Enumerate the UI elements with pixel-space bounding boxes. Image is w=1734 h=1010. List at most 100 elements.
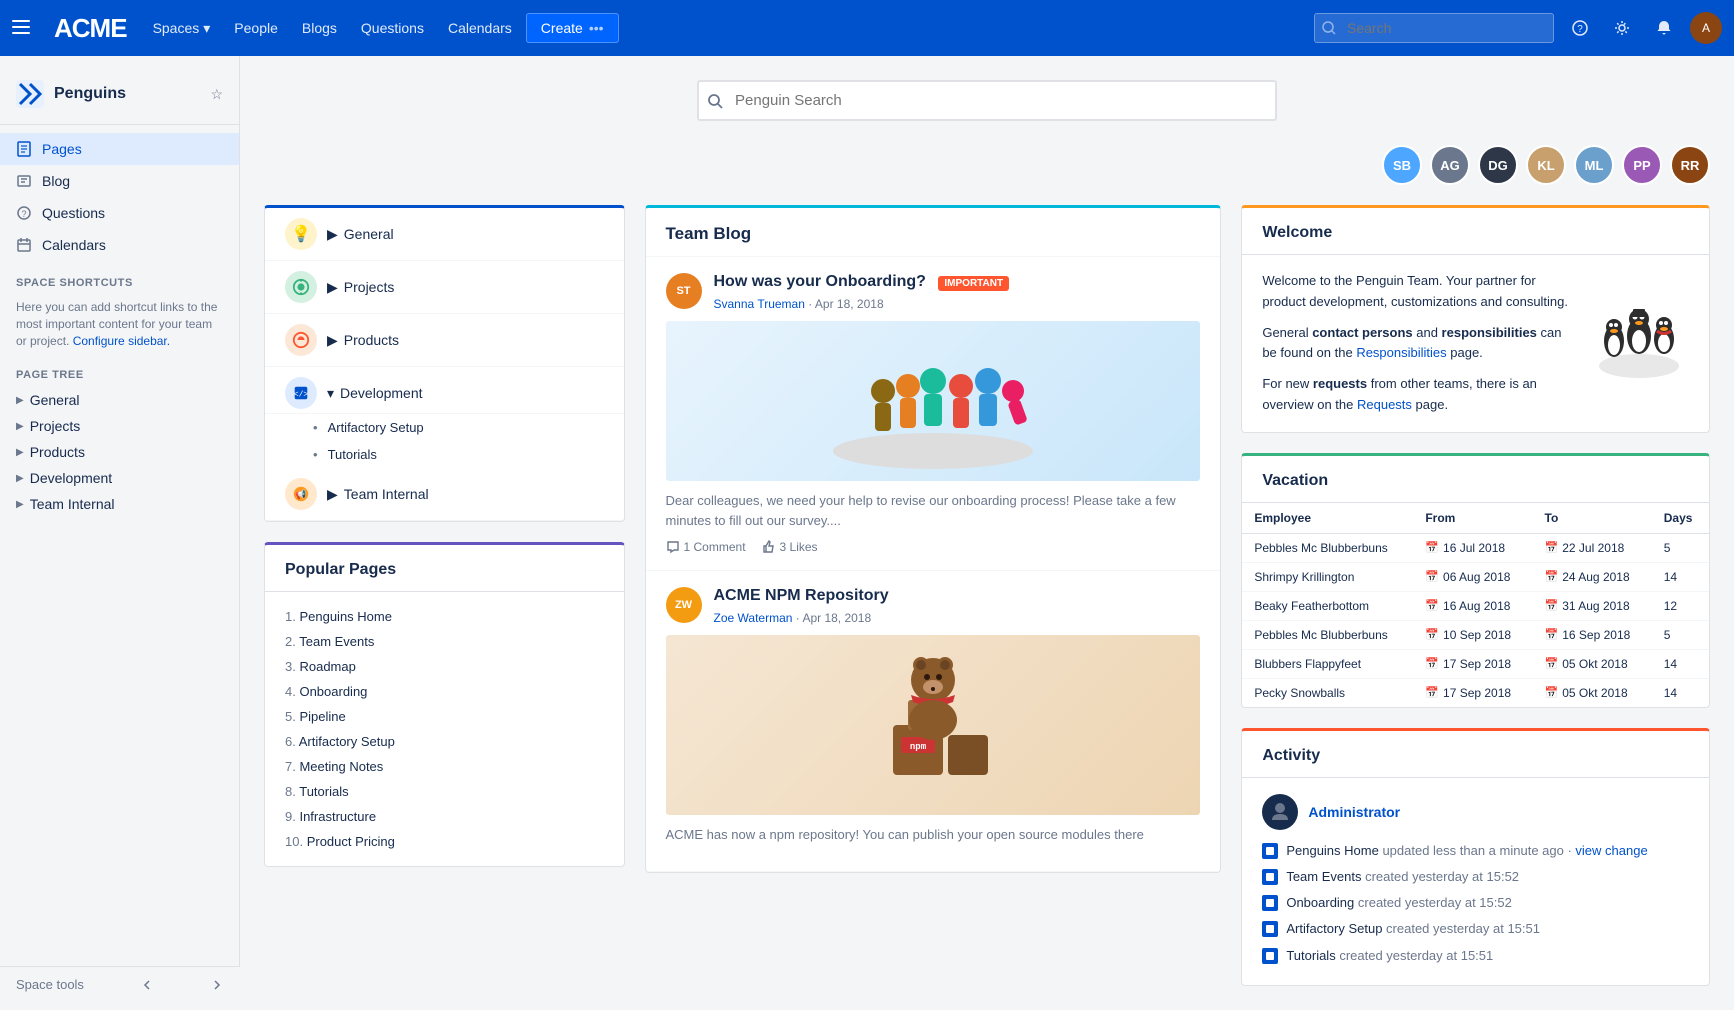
tree-item-projects[interactable]: ▶ Projects xyxy=(0,413,239,439)
hamburger-icon[interactable] xyxy=(12,20,30,37)
nav-spaces[interactable]: Spaces ▾ xyxy=(143,14,221,43)
app-logo[interactable]: ACME xyxy=(54,13,127,44)
tree-general[interactable]: 💡 ▶ General xyxy=(265,208,624,261)
avatar-5[interactable]: ML xyxy=(1574,145,1614,185)
list-item[interactable]: Artifactory Setup xyxy=(285,729,604,754)
list-item[interactable]: Tutorials xyxy=(285,779,604,804)
settings-icon[interactable] xyxy=(1606,12,1638,44)
tree-development[interactable]: </> ▾ Development xyxy=(265,367,624,414)
help-icon[interactable]: ? xyxy=(1564,12,1596,44)
page-search-input[interactable] xyxy=(697,80,1277,121)
list-item[interactable]: Meeting Notes xyxy=(285,754,604,779)
list-item[interactable]: Onboarding xyxy=(285,679,604,704)
sidebar-item-blog[interactable]: Blog xyxy=(0,165,239,197)
middle-column: Team Blog ST How was your Onboarding? im… xyxy=(645,205,1222,986)
topnav-right: ? A xyxy=(1314,12,1722,44)
tree-artifactory-setup[interactable]: Artifactory Setup xyxy=(265,414,624,441)
nav-calendars[interactable]: Calendars xyxy=(438,14,522,42)
chevron-icon: ▶ xyxy=(16,421,24,432)
blog-author-link[interactable]: Svanna Trueman xyxy=(714,297,805,311)
tree-team-internal[interactable]: 📢 ▶ Team Internal xyxy=(265,468,624,521)
sidebar-item-pages[interactable]: Pages xyxy=(0,133,239,165)
activity-item-2: Team Events created yesterday at 15:52 xyxy=(1262,864,1689,890)
list-item[interactable]: Pipeline xyxy=(285,704,604,729)
responsibilities-link[interactable]: Responsibilities xyxy=(1356,345,1446,360)
page-tree-card: 💡 ▶ General ▶ Projects xyxy=(264,205,625,522)
tree-item-products[interactable]: ▶ Products xyxy=(0,439,239,465)
tree-item-team-internal[interactable]: ▶ Team Internal xyxy=(0,491,239,517)
activity-page-4[interactable]: Artifactory Setup xyxy=(1286,921,1382,936)
chevron-icon: ▶ xyxy=(16,499,24,510)
sidebar-questions-label: Questions xyxy=(42,205,105,221)
nav-people[interactable]: People xyxy=(224,14,288,42)
requests-link[interactable]: Requests xyxy=(1357,397,1412,412)
activity-card: Activity Administrator xyxy=(1241,728,1710,986)
chevron-icon: ▶ xyxy=(16,473,24,484)
activity-username[interactable]: Administrator xyxy=(1308,804,1400,820)
col-from: From xyxy=(1413,503,1532,534)
like-count[interactable]: 3 Likes xyxy=(762,540,818,554)
blog-post-1-image xyxy=(666,321,1201,481)
list-item[interactable]: Team Events xyxy=(285,629,604,654)
user-avatar[interactable]: A xyxy=(1690,12,1722,44)
col-to: To xyxy=(1533,503,1652,534)
chevron-icon: ▶ xyxy=(327,332,338,349)
space-tools-button[interactable]: Space tools xyxy=(0,966,240,1002)
avatar-3[interactable]: DG xyxy=(1478,145,1518,185)
team-blog-title: Team Blog xyxy=(646,208,1221,257)
avatar-1[interactable]: SB xyxy=(1382,145,1422,185)
favorite-icon[interactable]: ☆ xyxy=(210,86,223,103)
list-item[interactable]: Product Pricing xyxy=(285,829,604,854)
sidebar-item-questions[interactable]: ? Questions xyxy=(0,197,239,229)
sidebar-pages-label: Pages xyxy=(42,141,82,157)
tree-projects[interactable]: ▶ Projects xyxy=(265,261,624,314)
activity-item-1: Penguins Home updated less than a minute… xyxy=(1262,838,1689,864)
activity-title: Activity xyxy=(1242,731,1709,778)
blog-author-2-link[interactable]: Zoe Waterman xyxy=(714,611,793,625)
configure-sidebar-link[interactable]: Configure sidebar. xyxy=(73,334,170,348)
vacation-table: Employee From To Days Pebbles Mc Blubber… xyxy=(1242,503,1709,707)
svg-text:?: ? xyxy=(21,209,26,219)
col-employee: Employee xyxy=(1242,503,1413,534)
tree-products[interactable]: ▶ Products xyxy=(265,314,624,367)
tree-tutorials[interactable]: Tutorials xyxy=(265,441,624,468)
comment-count[interactable]: 1 Comment xyxy=(666,540,746,554)
nav-blogs[interactable]: Blogs xyxy=(292,14,347,42)
avatar-4[interactable]: KL xyxy=(1526,145,1566,185)
activity-user-row: Administrator xyxy=(1262,794,1689,830)
avatar-2[interactable]: AG xyxy=(1430,145,1470,185)
activity-page-1[interactable]: Penguins Home xyxy=(1286,843,1379,858)
left-column: 💡 ▶ General ▶ Projects xyxy=(264,205,625,986)
activity-page-5[interactable]: Tutorials xyxy=(1286,948,1335,963)
svg-text:</>: </> xyxy=(294,391,309,400)
chevron-icon: ▶ xyxy=(327,486,338,503)
blog-post-2-excerpt: ACME has now a npm repository! You can p… xyxy=(666,825,1201,845)
team-blog-card: Team Blog ST How was your Onboarding? im… xyxy=(645,205,1222,873)
activity-page-2[interactable]: Team Events xyxy=(1286,869,1361,884)
activity-page-3[interactable]: Onboarding xyxy=(1286,895,1354,910)
create-button[interactable]: Create ••• xyxy=(526,13,619,43)
avatar-6[interactable]: PP xyxy=(1622,145,1662,185)
activity-item-5: Tutorials created yesterday at 15:51 xyxy=(1262,943,1689,969)
collapse-icon xyxy=(140,978,154,992)
chevron-icon: ▶ xyxy=(327,226,338,243)
activity-item-3: Onboarding created yesterday at 15:52 xyxy=(1262,890,1689,916)
list-item[interactable]: Infrastructure xyxy=(285,804,604,829)
nav-questions[interactable]: Questions xyxy=(351,14,434,42)
tree-item-general[interactable]: ▶ General xyxy=(0,387,239,413)
blog-post-1-excerpt: Dear colleagues, we need your help to re… xyxy=(666,491,1201,530)
list-item[interactable]: Penguins Home xyxy=(285,604,604,629)
notifications-icon[interactable] xyxy=(1648,12,1680,44)
chevron-icon: ▶ xyxy=(16,447,24,458)
view-change-link[interactable]: view change xyxy=(1575,843,1647,858)
tree-item-development[interactable]: ▶ Development xyxy=(0,465,239,491)
main-navigation: Spaces ▾ People Blogs Questions Calendar… xyxy=(143,13,1314,43)
sidebar-item-calendars[interactable]: Calendars xyxy=(0,229,239,261)
global-search-input[interactable] xyxy=(1314,13,1554,43)
avatar-7[interactable]: RR xyxy=(1670,145,1710,185)
blog-post-2-image: npm xyxy=(666,635,1201,815)
vacation-card: Vacation Employee From To Days xyxy=(1241,453,1710,708)
like-icon xyxy=(762,540,776,554)
page-icon-5 xyxy=(1262,948,1278,964)
list-item[interactable]: Roadmap xyxy=(285,654,604,679)
